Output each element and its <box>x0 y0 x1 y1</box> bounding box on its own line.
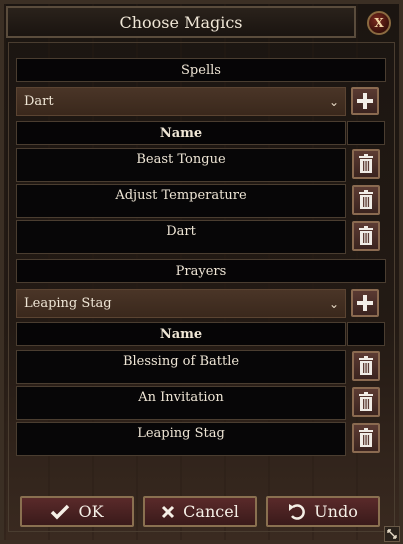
add-prayer-button[interactable] <box>351 289 379 317</box>
checkmark-icon <box>51 504 70 519</box>
spells-header: Spells <box>16 58 386 82</box>
trash-icon <box>359 392 373 411</box>
delete-spell-button[interactable] <box>352 185 380 215</box>
title-bar[interactable]: Choose Magics <box>6 6 356 38</box>
delete-prayer-button[interactable] <box>352 423 380 453</box>
cancel-button[interactable]: Cancel <box>143 496 257 527</box>
close-icon: X <box>374 16 384 30</box>
prayer-name: Blessing of Battle <box>122 354 240 369</box>
prayer-name: An Invitation <box>138 390 224 405</box>
prayers-select[interactable]: Leaping Stag ⌄ <box>16 289 346 318</box>
trash-icon <box>359 356 373 375</box>
prayer-row[interactable]: Leaping Stag <box>16 422 346 456</box>
plus-icon <box>357 295 373 311</box>
delete-prayer-button[interactable] <box>352 351 380 381</box>
cancel-label: Cancel <box>183 502 239 521</box>
prayers-header: Prayers <box>16 259 386 283</box>
spells-select-value: Dart <box>24 94 54 109</box>
prayers-column-name: Name <box>159 326 203 342</box>
spell-row[interactable]: Dart <box>16 220 346 254</box>
x-icon <box>162 505 175 518</box>
plus-icon <box>357 93 373 109</box>
trash-icon <box>359 428 373 447</box>
spell-row[interactable]: Beast Tongue <box>16 148 346 182</box>
resize-icon[interactable] <box>384 526 400 542</box>
trash-icon <box>359 154 373 173</box>
delete-spell-button[interactable] <box>352 149 380 179</box>
prayers-header-label: Prayers <box>175 263 227 279</box>
spells-column-header: Name <box>16 121 346 145</box>
trash-icon <box>359 226 373 245</box>
close-button[interactable]: X <box>367 11 391 35</box>
ok-button[interactable]: OK <box>20 496 134 527</box>
spell-row[interactable]: Adjust Temperature <box>16 184 346 218</box>
add-spell-button[interactable] <box>351 87 379 115</box>
spells-select[interactable]: Dart ⌄ <box>16 87 346 116</box>
prayers-column-header-empty <box>347 322 385 346</box>
ok-label: OK <box>78 502 104 521</box>
prayers-select-value: Leaping Stag <box>24 296 112 311</box>
undo-label: Undo <box>314 502 358 521</box>
trash-icon <box>359 190 373 209</box>
undo-icon <box>289 503 306 520</box>
spells-header-label: Spells <box>181 62 221 78</box>
prayer-name: Leaping Stag <box>137 426 225 441</box>
prayer-row[interactable]: An Invitation <box>16 386 346 420</box>
prayer-row[interactable]: Blessing of Battle <box>16 350 346 384</box>
window-title: Choose Magics <box>119 12 243 32</box>
spells-column-header-empty <box>347 121 385 145</box>
spell-name: Beast Tongue <box>136 152 226 167</box>
delete-prayer-button[interactable] <box>352 387 380 417</box>
undo-button[interactable]: Undo <box>266 496 380 527</box>
spells-column-name: Name <box>159 125 203 141</box>
spell-name: Dart <box>166 224 196 239</box>
delete-spell-button[interactable] <box>352 221 380 251</box>
spell-name: Adjust Temperature <box>115 188 247 203</box>
resize-arrows-icon <box>387 529 397 539</box>
chevron-down-icon: ⌄ <box>328 297 339 311</box>
prayers-column-header: Name <box>16 322 346 346</box>
chevron-down-icon: ⌄ <box>328 95 339 109</box>
